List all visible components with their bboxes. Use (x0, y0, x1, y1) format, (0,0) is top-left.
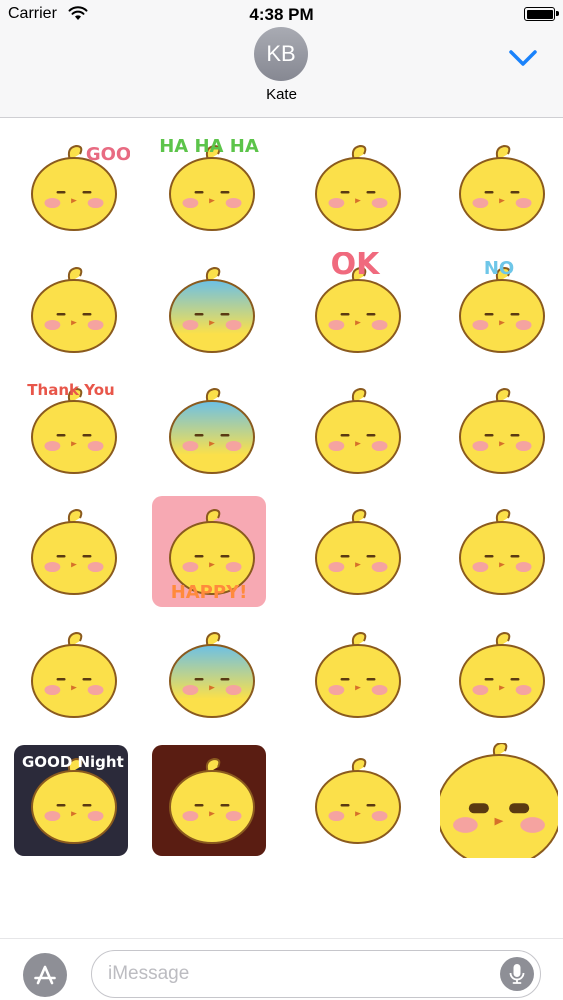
chick-thumbs-up-good-sticker[interactable]: GOOD (12, 130, 130, 245)
sticker-label: HA HA HA (159, 136, 259, 157)
chick-closeup-face-sticker[interactable] (440, 743, 558, 858)
sticker-label: Thank You (27, 381, 114, 399)
chick-sparkle-sticker[interactable] (12, 617, 130, 732)
chick-depressed-lying-sticker[interactable] (150, 373, 268, 488)
message-input-bar (0, 938, 563, 1000)
chick-thank-you-heart-sticker[interactable]: Thank You (12, 373, 130, 488)
chick-confused-question-sticker[interactable] (12, 494, 130, 609)
message-field[interactable] (91, 950, 541, 998)
chick-fire-rage-sticker[interactable] (150, 743, 268, 858)
status-bar: Carrier 4:38 PM (0, 0, 563, 30)
chick-idea-bulb-sticker[interactable] (296, 373, 414, 488)
chick-hearts-sticker[interactable] (296, 130, 414, 245)
sticker-label: NO (484, 258, 514, 279)
contact-avatar[interactable]: KB (254, 27, 308, 81)
sticker-label: HAPPY! (171, 582, 248, 603)
chick-cheering-pompom-sticker[interactable] (440, 373, 558, 488)
sticker-grid: GOOD HA HA HA OK NO Thank You HAPPY! GOOD Nigh… (0, 119, 563, 939)
chick-no-sticker[interactable]: NO (440, 252, 558, 367)
chick-crying-sticker[interactable] (440, 494, 558, 609)
chick-dashing-sticker[interactable] (296, 743, 414, 858)
chick-pleading-sticker[interactable] (12, 252, 130, 367)
chick-thinking-sticker[interactable] (296, 494, 414, 609)
app-store-icon[interactable] (23, 953, 67, 997)
microphone-icon[interactable] (500, 957, 534, 991)
chick-ok-sticker[interactable]: OK (296, 252, 414, 367)
conversation-header: Carrier 4:38 PM KB Kate (0, 0, 563, 118)
chick-good-night-sticker[interactable]: GOOD Night (12, 743, 130, 858)
sticker-label: GOOD Night (22, 753, 124, 771)
sticker-label: OK (331, 252, 382, 282)
chick-sleeping-sticker[interactable] (440, 617, 558, 732)
battery-icon (524, 7, 559, 21)
status-time: 4:38 PM (249, 5, 314, 24)
chick-shocked-sticker[interactable] (150, 617, 268, 732)
sticker-label: GOOD (86, 144, 130, 165)
message-input[interactable] (108, 959, 488, 989)
chevron-down-icon[interactable] (506, 44, 540, 72)
chick-gloomy-rain-sticker[interactable] (150, 252, 268, 367)
chick-angry-steam-sticker[interactable] (440, 130, 558, 245)
chick-smug-sticker[interactable] (296, 617, 414, 732)
chick-laughing-sticker[interactable]: HA HA HA (150, 130, 268, 245)
chick-happy-sticker[interactable]: HAPPY! (150, 494, 268, 609)
contact-name[interactable]: Kate (0, 86, 563, 103)
